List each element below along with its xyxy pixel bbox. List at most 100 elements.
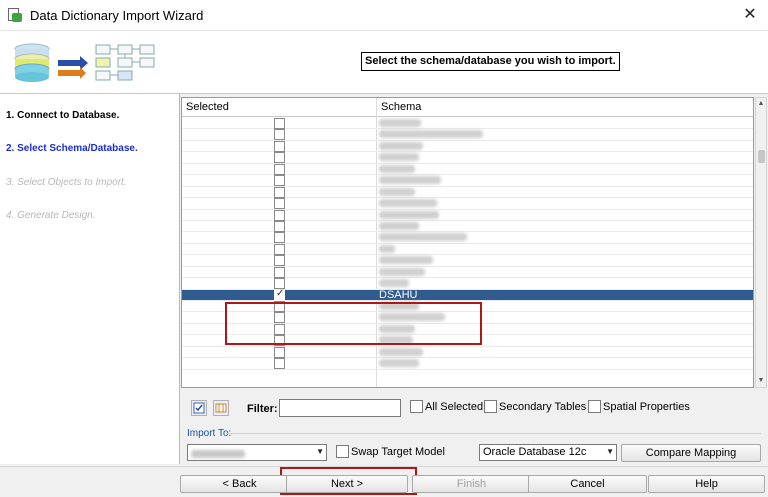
finish-button: Finish <box>412 475 531 493</box>
table-row[interactable] <box>182 118 753 130</box>
row-checkbox[interactable] <box>274 129 285 141</box>
back-button[interactable]: < Back <box>180 475 299 493</box>
close-icon[interactable]: ✕ <box>740 5 760 25</box>
row-checkbox[interactable] <box>274 175 285 187</box>
target-model-select[interactable]: ▼ <box>187 444 327 461</box>
table-row[interactable] <box>182 255 753 267</box>
secondary-tables-label: Secondary Tables <box>499 400 587 413</box>
next-button[interactable]: Next > <box>286 475 408 493</box>
row-checkbox[interactable] <box>274 186 285 198</box>
step-connect: 1. Connect to Database. <box>6 110 120 121</box>
help-button[interactable]: Help <box>648 475 765 493</box>
schema-name: DSAHU <box>379 288 418 301</box>
table-row[interactable] <box>182 266 753 279</box>
row-checkbox[interactable] <box>274 358 285 370</box>
cancel-button[interactable]: Cancel <box>528 475 647 493</box>
row-checkbox[interactable] <box>274 198 285 210</box>
step-select-schema: 2. Select Schema/Database. <box>6 143 138 154</box>
compare-mapping-button[interactable]: Compare Mapping <box>621 444 761 462</box>
uncheck-all-icon[interactable] <box>213 400 229 416</box>
table-row[interactable] <box>182 358 753 370</box>
redacted-schema <box>379 221 419 230</box>
database-type-value: Oracle Database 12c <box>483 446 587 458</box>
highlight-box <box>225 302 482 345</box>
redacted-schema <box>379 187 415 196</box>
vertical-scrollbar[interactable]: ▲ ▼ <box>755 97 767 388</box>
table-row[interactable] <box>182 232 753 244</box>
checkbox-box[interactable] <box>484 400 497 413</box>
row-checkbox[interactable] <box>274 209 285 221</box>
filter-label: Filter: <box>247 403 278 415</box>
table-header: Selected Schema <box>182 98 753 117</box>
table-row[interactable] <box>182 220 753 233</box>
database-type-select[interactable]: Oracle Database 12c ▼ <box>479 444 617 461</box>
redacted-schema <box>379 210 439 219</box>
row-checkbox[interactable] <box>274 243 285 255</box>
redacted-schema <box>379 153 419 162</box>
row-checkbox[interactable] <box>274 266 285 278</box>
table-row[interactable] <box>182 198 753 210</box>
table-row[interactable] <box>182 129 753 141</box>
wizard-header: Select the schema/database you wish to i… <box>0 30 768 94</box>
redacted-schema <box>379 141 423 150</box>
swap-target-model-label: Swap Target Model <box>351 445 445 458</box>
checkbox-box[interactable] <box>410 400 423 413</box>
secondary-tables-checkbox[interactable]: Secondary Tables <box>484 400 586 413</box>
check-all-icon[interactable] <box>191 400 207 416</box>
scroll-up-icon[interactable]: ▲ <box>756 98 766 110</box>
chevron-down-icon[interactable]: ▼ <box>316 447 324 456</box>
redacted-schema <box>379 267 425 276</box>
scroll-down-icon[interactable]: ▼ <box>756 375 766 387</box>
step-generate-design: 4. Generate Design. <box>6 210 96 221</box>
row-checkbox[interactable] <box>274 255 285 267</box>
row-checkbox[interactable] <box>274 232 285 244</box>
all-selected-checkbox[interactable]: All Selected <box>410 400 483 413</box>
instruction-text: Select the schema/database you wish to i… <box>361 52 620 71</box>
redacted-schema <box>379 256 433 265</box>
redacted-schema <box>379 244 395 253</box>
column-header-selected[interactable]: Selected <box>186 101 229 113</box>
footer-divider <box>0 466 768 467</box>
table-row[interactable] <box>182 163 753 176</box>
redacted-schema <box>379 176 441 185</box>
row-checkbox[interactable] <box>274 163 285 175</box>
checkbox-box[interactable] <box>588 400 601 413</box>
redacted-model-name <box>191 449 245 458</box>
table-row[interactable] <box>182 152 753 164</box>
title-bar: Data Dictionary Import Wizard ✕ <box>0 0 768 30</box>
import-illustration-icon <box>14 43 155 82</box>
chevron-down-icon[interactable]: ▼ <box>606 447 614 456</box>
row-checkbox[interactable] <box>274 220 285 232</box>
table-row[interactable] <box>182 346 753 359</box>
app-icon <box>8 8 22 22</box>
window-title: Data Dictionary Import Wizard <box>30 7 204 23</box>
redacted-schema <box>379 279 409 288</box>
row-checkbox[interactable] <box>274 118 285 129</box>
table-row[interactable] <box>182 186 753 199</box>
filter-input[interactable] <box>279 399 401 417</box>
redacted-schema <box>379 233 467 242</box>
spatial-properties-checkbox[interactable]: Spatial Properties <box>588 400 690 413</box>
table-row[interactable] <box>182 209 753 221</box>
redacted-schema <box>379 199 437 208</box>
all-selected-label: All Selected <box>425 400 484 413</box>
row-checkbox[interactable] <box>274 140 285 152</box>
redacted-schema <box>379 164 415 173</box>
scroll-thumb[interactable] <box>758 150 765 163</box>
redacted-schema <box>379 130 483 139</box>
filter-bar: Filter: All Selected Secondary Tables Sp… <box>181 393 768 423</box>
row-checkbox[interactable] <box>274 346 285 358</box>
swap-target-model-checkbox[interactable]: Swap Target Model <box>336 445 445 458</box>
row-checkbox[interactable] <box>274 152 285 164</box>
column-header-schema[interactable]: Schema <box>381 101 421 113</box>
table-row[interactable] <box>182 175 753 187</box>
table-row[interactable] <box>182 278 753 290</box>
table-row[interactable] <box>182 140 753 153</box>
wizard-steps: 1. Connect to Database. 2. Select Schema… <box>0 94 180 464</box>
row-checkbox-checked[interactable] <box>274 288 285 301</box>
table-row[interactable] <box>182 243 753 256</box>
checkbox-box[interactable] <box>336 445 349 458</box>
group-divider <box>226 433 761 434</box>
step-select-objects: 3. Select Objects to Import. <box>6 177 127 188</box>
table-row-selected[interactable]: DSAHU <box>182 288 753 301</box>
